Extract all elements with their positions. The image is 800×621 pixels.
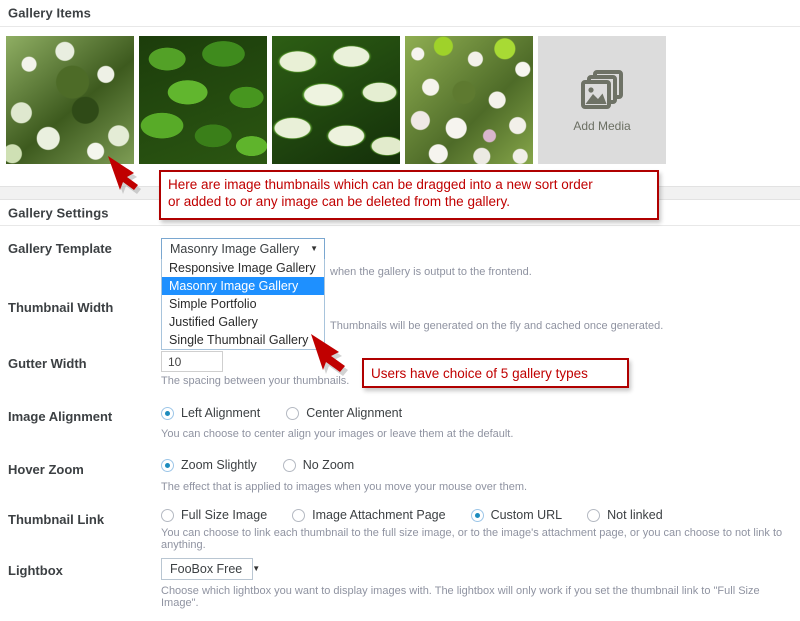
gallery-template-description: when the gallery is output to the fronte… [330, 266, 532, 278]
add-media-button[interactable]: Add Media [538, 36, 666, 164]
annotation-callout-thumbnails: Here are image thumbnails which can be d… [159, 170, 659, 220]
radio-dot-icon[interactable] [282, 458, 296, 472]
thumbnail-width-description: Thumbnails will be generated on the fly … [330, 320, 664, 332]
gallery-template-option-2[interactable]: Simple Portfolio [162, 295, 324, 313]
image-alignment-option-center-label: Center Alignment [306, 406, 403, 420]
radio-dot-icon[interactable] [161, 406, 174, 420]
gallery-thumbnail-list[interactable]: Add Media [6, 36, 666, 164]
hover-zoom-radio-group[interactable]: Zoom Slightly No Zoom [161, 458, 372, 472]
gutter-width-input-wrap [161, 351, 223, 372]
thumbnail-width-label: Thumbnail Width [8, 300, 114, 315]
lightbox-selected-value: FooBox Free [170, 562, 243, 576]
gallery-template-select[interactable]: Masonry Image Gallery ▼ [161, 238, 325, 260]
radio-dot-icon[interactable] [587, 508, 601, 522]
lightbox-label: Lightbox [8, 563, 63, 578]
thumbnail-link-option-none[interactable]: Not linked [587, 508, 663, 522]
thumbnail-link-option-full-label: Full Size Image [181, 508, 268, 522]
thumbnail-link-option-custom-label: Custom URL [490, 508, 563, 522]
annotation-callout-gallery-types-text: Users have choice of 5 gallery types [371, 365, 588, 381]
gallery-settings-title: Gallery Settings [8, 205, 109, 220]
stacked-images-icon [579, 68, 625, 113]
gallery-template-option-3[interactable]: Justified Gallery [162, 313, 324, 331]
image-alignment-radio-group[interactable]: Left Alignment Center Alignment [161, 406, 420, 420]
image-alignment-option-left[interactable]: Left Alignment [161, 406, 260, 420]
annotation-callout-thumbnails-line-1: Here are image thumbnails which can be d… [168, 177, 593, 192]
image-alignment-description: You can choose to center align your imag… [161, 428, 514, 440]
gallery-items-title: Gallery Items [8, 5, 91, 21]
hover-zoom-option-none[interactable]: No Zoom [282, 458, 355, 472]
gutter-width-input[interactable] [161, 351, 223, 372]
radio-dot-icon[interactable] [292, 508, 306, 522]
radio-dot-icon[interactable] [161, 458, 174, 472]
gallery-template-option-1[interactable]: Masonry Image Gallery [162, 277, 324, 295]
radio-dot-icon[interactable] [286, 406, 300, 420]
hover-zoom-option-slight-label: Zoom Slightly [181, 458, 257, 472]
thumbnail-link-option-attachment[interactable]: Image Attachment Page [292, 508, 446, 522]
thumbnail-link-option-attachment-label: Image Attachment Page [312, 508, 446, 522]
gallery-thumbnail-2[interactable] [139, 36, 267, 164]
thumbnail-link-label: Thumbnail Link [8, 512, 105, 527]
radio-dot-icon[interactable] [470, 508, 484, 522]
gallery-template-selected-value: Masonry Image Gallery [170, 242, 300, 256]
gallery-thumbnail-3[interactable] [272, 36, 400, 164]
gallery-template-option-0[interactable]: Responsive Image Gallery [162, 259, 324, 277]
thumbnail-link-option-full[interactable]: Full Size Image [161, 508, 267, 522]
annotation-callout-gallery-types: Users have choice of 5 gallery types [362, 358, 629, 388]
lightbox-select[interactable]: FooBox Free ▼ [161, 558, 260, 580]
gutter-width-label: Gutter Width [8, 356, 87, 371]
image-alignment-option-center[interactable]: Center Alignment [286, 406, 402, 420]
hover-zoom-option-slight[interactable]: Zoom Slightly [161, 458, 257, 472]
gallery-items-section-header: Gallery Items [0, 0, 800, 27]
add-media-label: Add Media [573, 118, 631, 133]
gallery-template-options-list[interactable]: Responsive Image Gallery Masonry Image G… [161, 259, 325, 350]
gallery-thumbnail-4[interactable] [405, 36, 533, 164]
hover-zoom-description: The effect that is applied to images whe… [161, 481, 528, 493]
hover-zoom-option-none-label: No Zoom [302, 458, 355, 472]
annotation-callout-thumbnails-line-2: or added to or any image can be deleted … [168, 194, 510, 209]
lightbox-description: Choose which lightbox you want to displa… [161, 585, 760, 609]
gallery-admin-panel: Gallery Items Add Media Gallery Settings [0, 0, 800, 621]
chevron-down-icon: ▼ [310, 244, 318, 253]
image-alignment-label: Image Alignment [8, 409, 113, 424]
gallery-template-label: Gallery Template [8, 241, 112, 256]
gallery-thumbnail-1[interactable] [6, 36, 134, 164]
radio-dot-icon[interactable] [161, 508, 174, 522]
thumbnail-link-description: You can choose to link each thumbnail to… [161, 527, 783, 551]
image-alignment-option-left-label: Left Alignment [181, 406, 261, 420]
thumbnail-link-option-custom[interactable]: Custom URL [470, 508, 563, 522]
lightbox-select-wrap: FooBox Free ▼ [161, 558, 260, 580]
thumbnail-link-radio-group[interactable]: Full Size Image Image Attachment Page Cu… [161, 508, 681, 522]
thumbnail-link-option-none-label: Not linked [607, 508, 663, 522]
chevron-down-icon: ▼ [252, 564, 261, 573]
gallery-template-option-4[interactable]: Single Thumbnail Gallery [162, 331, 324, 349]
hover-zoom-label: Hover Zoom [8, 462, 84, 477]
